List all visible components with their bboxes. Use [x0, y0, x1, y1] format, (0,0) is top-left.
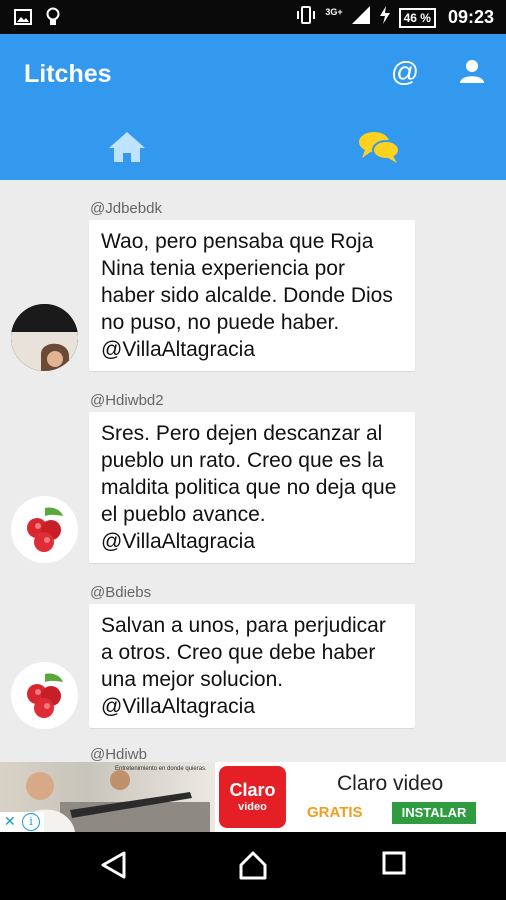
- message-author: @Hdiwbd2: [90, 392, 164, 409]
- ad-free-label: GRATIS: [307, 804, 363, 821]
- user-avatar[interactable]: [11, 304, 78, 371]
- ad-tagline: Entretenimiento en donde quieras.: [115, 766, 207, 772]
- user-avatar[interactable]: [11, 496, 78, 563]
- charging-icon: [379, 5, 391, 30]
- back-icon: [101, 851, 126, 879]
- user-icon: [460, 60, 484, 83]
- lightbulb-notification-icon: [46, 7, 60, 32]
- message-author: @Jdbebdk: [90, 200, 162, 217]
- profile-button[interactable]: [459, 58, 485, 89]
- at-sign-icon: @: [390, 56, 420, 87]
- back-button[interactable]: [99, 850, 127, 885]
- signal-icon: [351, 5, 371, 30]
- gallery-notification-icon: [14, 9, 32, 30]
- vibrate-icon: [295, 5, 317, 30]
- message-bubble: Sres. Pero dejen descanzar al pueblo un …: [89, 412, 415, 563]
- ad-install-button[interactable]: INSTALAR: [392, 802, 476, 824]
- ad-banner[interactable]: Entretenimiento en donde quieras. Claro …: [0, 762, 506, 832]
- ad-choices[interactable]: ✕ i: [0, 812, 44, 832]
- tab-home[interactable]: [107, 130, 147, 164]
- profile-photo-icon: [11, 304, 78, 371]
- message-bubble: Salvan a unos, para perjudicar a otros. …: [89, 604, 415, 728]
- claro-logo: Claro video: [219, 766, 286, 828]
- navigation-bar: [0, 832, 506, 900]
- message-author: @Hdiwb: [90, 746, 147, 763]
- lychee-icon: [27, 673, 63, 718]
- message-bubble: Wao, pero pensaba que Roja Nina tenia ex…: [89, 220, 415, 371]
- chat-bubbles-icon: [359, 132, 400, 163]
- recents-icon: [382, 851, 406, 875]
- app-title: Litches: [24, 60, 112, 88]
- tab-messages[interactable]: [358, 130, 400, 164]
- status-bar: 3G+ 46 % 09:23: [0, 0, 506, 34]
- home-icon: [109, 132, 145, 162]
- user-avatar[interactable]: [11, 662, 78, 729]
- clock: 09:23: [447, 7, 494, 27]
- home-button[interactable]: [238, 850, 268, 885]
- home-nav-icon: [239, 851, 267, 880]
- network-type: 3G+: [325, 6, 343, 17]
- battery-level: 46 %: [398, 7, 436, 28]
- message-author: @Bdiebs: [90, 584, 152, 601]
- ad-title: Claro video: [337, 772, 444, 795]
- info-icon[interactable]: i: [22, 813, 40, 831]
- lychee-icon: [27, 507, 63, 552]
- close-icon[interactable]: ✕: [4, 813, 16, 830]
- app-bar: Litches @: [0, 34, 506, 180]
- mentions-button[interactable]: @: [390, 56, 420, 88]
- recents-button[interactable]: [381, 850, 407, 883]
